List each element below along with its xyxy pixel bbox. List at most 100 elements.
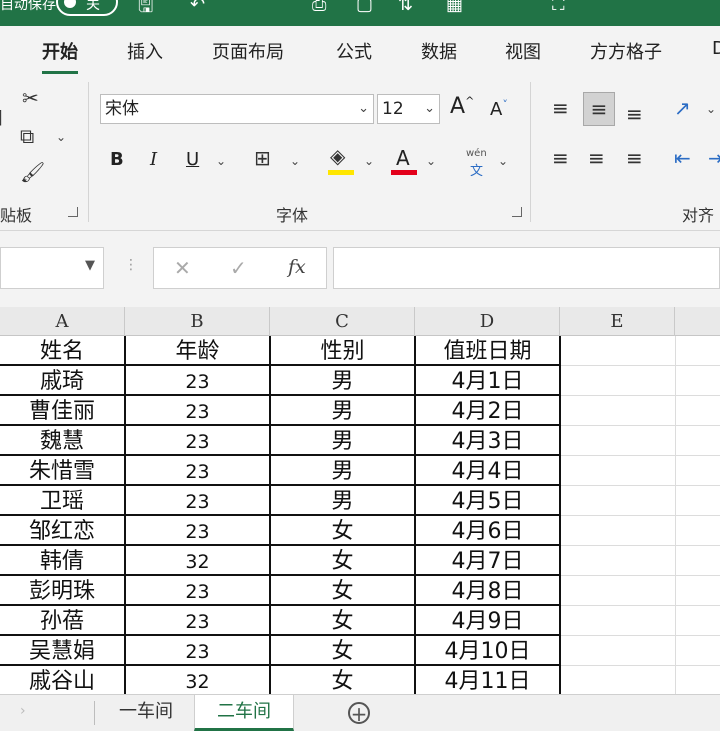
cell-empty[interactable] xyxy=(676,636,720,666)
cell-empty[interactable] xyxy=(676,426,720,456)
cut-icon[interactable]: ✂ xyxy=(22,86,39,110)
sheet-tab-workshop-2[interactable]: 二车间 xyxy=(194,695,294,731)
enter-icon[interactable]: ✓ xyxy=(230,256,247,280)
undo-icon[interactable]: ↶ xyxy=(190,0,205,15)
tab-fangfang[interactable]: 方方格子 xyxy=(590,38,662,64)
cell-name[interactable]: 孙蓓 xyxy=(0,606,126,636)
column-header-a[interactable]: A xyxy=(0,307,125,336)
tab-insert[interactable]: 插入 xyxy=(127,38,163,64)
cell-gender[interactable]: 男 xyxy=(271,366,416,396)
cell-gender[interactable]: 女 xyxy=(271,636,416,666)
align-right-icon[interactable]: ≡ xyxy=(626,146,643,170)
cell-name[interactable]: 朱惜雪 xyxy=(0,456,126,486)
tab-formulas[interactable]: 公式 xyxy=(336,38,372,64)
cell-date[interactable]: 4月10日 xyxy=(416,636,561,666)
cell-age[interactable]: 23 xyxy=(126,366,271,396)
cell-gender[interactable]: 女 xyxy=(271,576,416,606)
tab-view[interactable]: 视图 xyxy=(505,38,541,64)
save-icon[interactable]: 🖫 xyxy=(138,0,153,24)
font-color-dropdown-icon[interactable]: ⌄ xyxy=(426,154,436,168)
cell-name[interactable]: 邹红恋 xyxy=(0,516,126,546)
format-painter-icon[interactable]: 🖌 xyxy=(20,160,45,184)
cell-empty[interactable] xyxy=(561,516,676,546)
tab-home[interactable]: 开始 xyxy=(42,38,78,74)
cell-name[interactable]: 韩倩 xyxy=(0,546,126,576)
cell-empty[interactable] xyxy=(561,426,676,456)
cell-age[interactable]: 23 xyxy=(126,576,271,606)
new-doc-icon[interactable]: ▢ xyxy=(356,0,373,15)
cell-name[interactable]: 吴慧娟 xyxy=(0,636,126,666)
formula-input[interactable] xyxy=(333,247,720,289)
cell-empty[interactable] xyxy=(676,396,720,426)
cell-empty[interactable] xyxy=(676,546,720,576)
tab-more[interactable]: D xyxy=(712,38,720,59)
bold-button[interactable]: B xyxy=(110,149,124,170)
cell-empty[interactable] xyxy=(561,606,676,636)
cell-gender[interactable]: 女 xyxy=(271,516,416,546)
scroll-sheets-icon[interactable]: › xyxy=(20,703,26,719)
copy-icon[interactable]: ⧉ xyxy=(20,124,34,148)
cell-date[interactable]: 4月3日 xyxy=(416,426,561,456)
cell-name-header[interactable]: 姓名 xyxy=(0,336,126,366)
cell-gender-header[interactable]: 性别 xyxy=(271,336,416,366)
increase-indent-icon[interactable]: ⇥ xyxy=(708,146,720,170)
font-name-select[interactable]: 宋体 ⌄ xyxy=(100,94,374,124)
tab-page-layout[interactable]: 页面布局 xyxy=(212,38,284,64)
drag-handle-icon[interactable]: ⋮ xyxy=(124,257,138,273)
cell-gender[interactable]: 男 xyxy=(271,456,416,486)
name-box[interactable]: ▼ xyxy=(0,247,104,289)
cell-age[interactable]: 23 xyxy=(126,426,271,456)
font-color-icon[interactable]: A xyxy=(396,146,410,170)
cell-empty[interactable] xyxy=(561,636,676,666)
cell-empty[interactable] xyxy=(561,666,676,694)
phonetic-dropdown-icon[interactable]: ⌄ xyxy=(498,154,508,168)
cell-name[interactable]: 卫瑶 xyxy=(0,486,126,516)
cell-name[interactable]: 曹佳丽 xyxy=(0,396,126,426)
border-icon[interactable]: ⊞ xyxy=(254,146,271,170)
column-header-e[interactable]: E xyxy=(560,307,675,336)
cell-age[interactable]: 23 xyxy=(126,486,271,516)
cell-empty[interactable] xyxy=(676,576,720,606)
copy-dropdown-icon[interactable]: ⌄ xyxy=(56,130,66,144)
cell-date[interactable]: 4月2日 xyxy=(416,396,561,426)
align-bottom-icon[interactable]: ≡ xyxy=(626,102,643,126)
cell-empty[interactable] xyxy=(561,546,676,576)
cell-name[interactable]: 彭明珠 xyxy=(0,576,126,606)
screenshot-icon[interactable]: ⛶ xyxy=(552,0,565,15)
cell-empty[interactable] xyxy=(561,336,676,366)
cell-date[interactable]: 4月8日 xyxy=(416,576,561,606)
cell-age[interactable]: 23 xyxy=(126,516,271,546)
font-size-select[interactable]: 12 ⌄ xyxy=(377,94,440,124)
underline-button[interactable]: U xyxy=(186,149,199,170)
orientation-dropdown-icon[interactable]: ⌄ xyxy=(706,102,716,116)
cell-date[interactable]: 4月5日 xyxy=(416,486,561,516)
cell-empty[interactable] xyxy=(676,666,720,694)
cell-date[interactable]: 4月11日 xyxy=(416,666,561,694)
cell-age[interactable]: 23 xyxy=(126,456,271,486)
grow-font-button[interactable]: A^ xyxy=(450,94,474,119)
sort-icon[interactable]: ⇅ xyxy=(398,0,413,15)
align-left-icon[interactable]: ≡ xyxy=(552,146,569,170)
table-icon[interactable]: ▦ xyxy=(446,0,463,15)
cell-date[interactable]: 4月1日 xyxy=(416,366,561,396)
cell-gender[interactable]: 男 xyxy=(271,486,416,516)
cell-empty[interactable] xyxy=(676,366,720,396)
clipboard-launcher-icon[interactable] xyxy=(68,207,78,217)
border-dropdown-icon[interactable]: ⌄ xyxy=(290,154,300,168)
cell-empty[interactable] xyxy=(561,576,676,606)
cell-age-header[interactable]: 年龄 xyxy=(126,336,271,366)
print-icon[interactable]: ⎙ xyxy=(312,0,326,15)
insert-function-icon[interactable]: fx xyxy=(288,256,306,278)
shrink-font-button[interactable]: A˅ xyxy=(490,98,508,120)
cell-empty[interactable] xyxy=(561,366,676,396)
paste-icon[interactable]: ▯ xyxy=(0,104,3,128)
fill-color-icon[interactable]: ◈ xyxy=(330,144,345,168)
cell-date-header[interactable]: 值班日期 xyxy=(416,336,561,366)
column-header-c[interactable]: C xyxy=(270,307,415,336)
sheet-tab-workshop-1[interactable]: 一车间 xyxy=(98,695,194,731)
cell-name[interactable]: 戚谷山 xyxy=(0,666,126,694)
align-center-icon[interactable]: ≡ xyxy=(588,146,605,170)
column-header-d[interactable]: D xyxy=(415,307,560,336)
cell-date[interactable]: 4月6日 xyxy=(416,516,561,546)
cell-empty[interactable] xyxy=(676,456,720,486)
